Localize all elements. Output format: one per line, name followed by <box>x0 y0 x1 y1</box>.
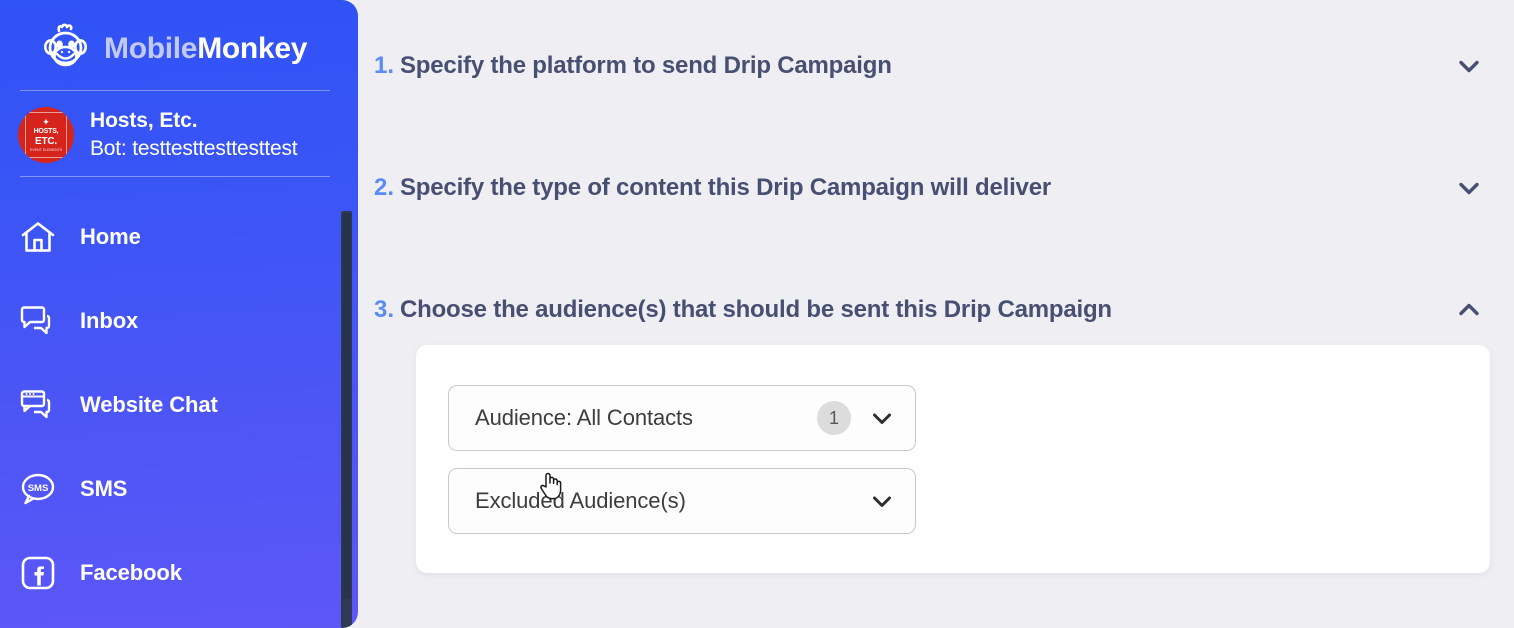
account-block[interactable]: ✦ HOSTS, ETC. EVENT ELEMENTS Hosts, Etc.… <box>0 91 358 164</box>
audience-panel: Audience: All Contacts 1 Excluded Audien… <box>416 345 1490 573</box>
sidebar-item-website-chat[interactable]: Website Chat <box>0 363 358 447</box>
account-bot-name: Bot: testtesttesttesttest <box>90 137 298 161</box>
svg-text:SMS: SMS <box>28 483 49 494</box>
sidebar-scrollbar[interactable] <box>341 211 352 628</box>
step-title: Specify the platform to send Drip Campai… <box>400 52 892 79</box>
chevron-down-icon[interactable] <box>869 488 895 514</box>
step-number: 3. <box>374 296 395 323</box>
brand-name-bold: Monkey <box>197 32 308 65</box>
home-icon <box>18 217 58 257</box>
excluded-audience-dropdown-label: Excluded Audience(s) <box>475 488 686 513</box>
chevron-down-icon[interactable] <box>1456 175 1482 201</box>
step-header-3[interactable]: 3. Choose the audience(s) that should be… <box>358 292 1514 328</box>
step-number: 2. <box>374 174 395 201</box>
sidebar-item-sms[interactable]: SMS SMS <box>0 447 358 531</box>
sidebar-nav: Home Inbox Website Chat SMS SMS Facebook <box>0 195 358 615</box>
brand-name: MobileMonkey <box>104 32 307 66</box>
main-content: 1. Specify the platform to send Drip Cam… <box>358 0 1514 628</box>
step-header-2[interactable]: 2. Specify the type of content this Drip… <box>358 170 1514 206</box>
sidebar-item-home[interactable]: Home <box>0 195 358 279</box>
sidebar: MobileMonkey ✦ HOSTS, ETC. EVENT ELEMENT… <box>0 0 358 628</box>
sidebar-item-label: Home <box>80 223 141 249</box>
audience-dropdown[interactable]: Audience: All Contacts 1 <box>448 385 916 451</box>
sidebar-scrollbar-thumb[interactable] <box>342 213 351 599</box>
monkey-logo-icon <box>38 22 94 76</box>
app-root: MobileMonkey ✦ HOSTS, ETC. EVENT ELEMENT… <box>0 0 1514 628</box>
brand-header[interactable]: MobileMonkey <box>0 0 358 80</box>
chevron-up-icon[interactable] <box>1456 297 1482 323</box>
sidebar-item-label: Facebook <box>80 559 182 585</box>
account-text: Hosts, Etc. Bot: testtesttesttesttest <box>90 107 298 164</box>
account-name: Hosts, Etc. <box>90 109 198 132</box>
step-number: 1. <box>374 52 395 79</box>
avatar: ✦ HOSTS, ETC. EVENT ELEMENTS <box>18 107 74 164</box>
sidebar-divider-bottom <box>20 175 330 177</box>
sidebar-item-label: SMS <box>80 475 128 501</box>
chevron-down-icon[interactable] <box>869 405 895 431</box>
sidebar-item-inbox[interactable]: Inbox <box>0 279 358 363</box>
step-header-1[interactable]: 1. Specify the platform to send Drip Cam… <box>358 48 1514 84</box>
avatar-inner-frame <box>25 112 67 159</box>
chevron-down-icon[interactable] <box>1456 53 1482 79</box>
audience-count-badge: 1 <box>817 401 851 435</box>
brand-name-light: Mobile <box>104 32 198 65</box>
website-chat-icon <box>18 385 58 425</box>
step-title: Specify the type of content this Drip Ca… <box>400 174 1051 201</box>
sidebar-item-label: Inbox <box>80 307 139 333</box>
step-title: Choose the audience(s) that should be se… <box>400 296 1112 323</box>
sidebar-item-facebook[interactable]: Facebook <box>0 531 358 615</box>
inbox-chat-icon <box>18 301 58 341</box>
sidebar-item-label: Website Chat <box>80 391 218 417</box>
audience-dropdown-label: Audience: All Contacts <box>475 405 693 430</box>
sms-bubble-icon: SMS <box>18 469 58 509</box>
excluded-audience-dropdown[interactable]: Excluded Audience(s) <box>448 468 916 534</box>
facebook-icon <box>18 553 58 593</box>
